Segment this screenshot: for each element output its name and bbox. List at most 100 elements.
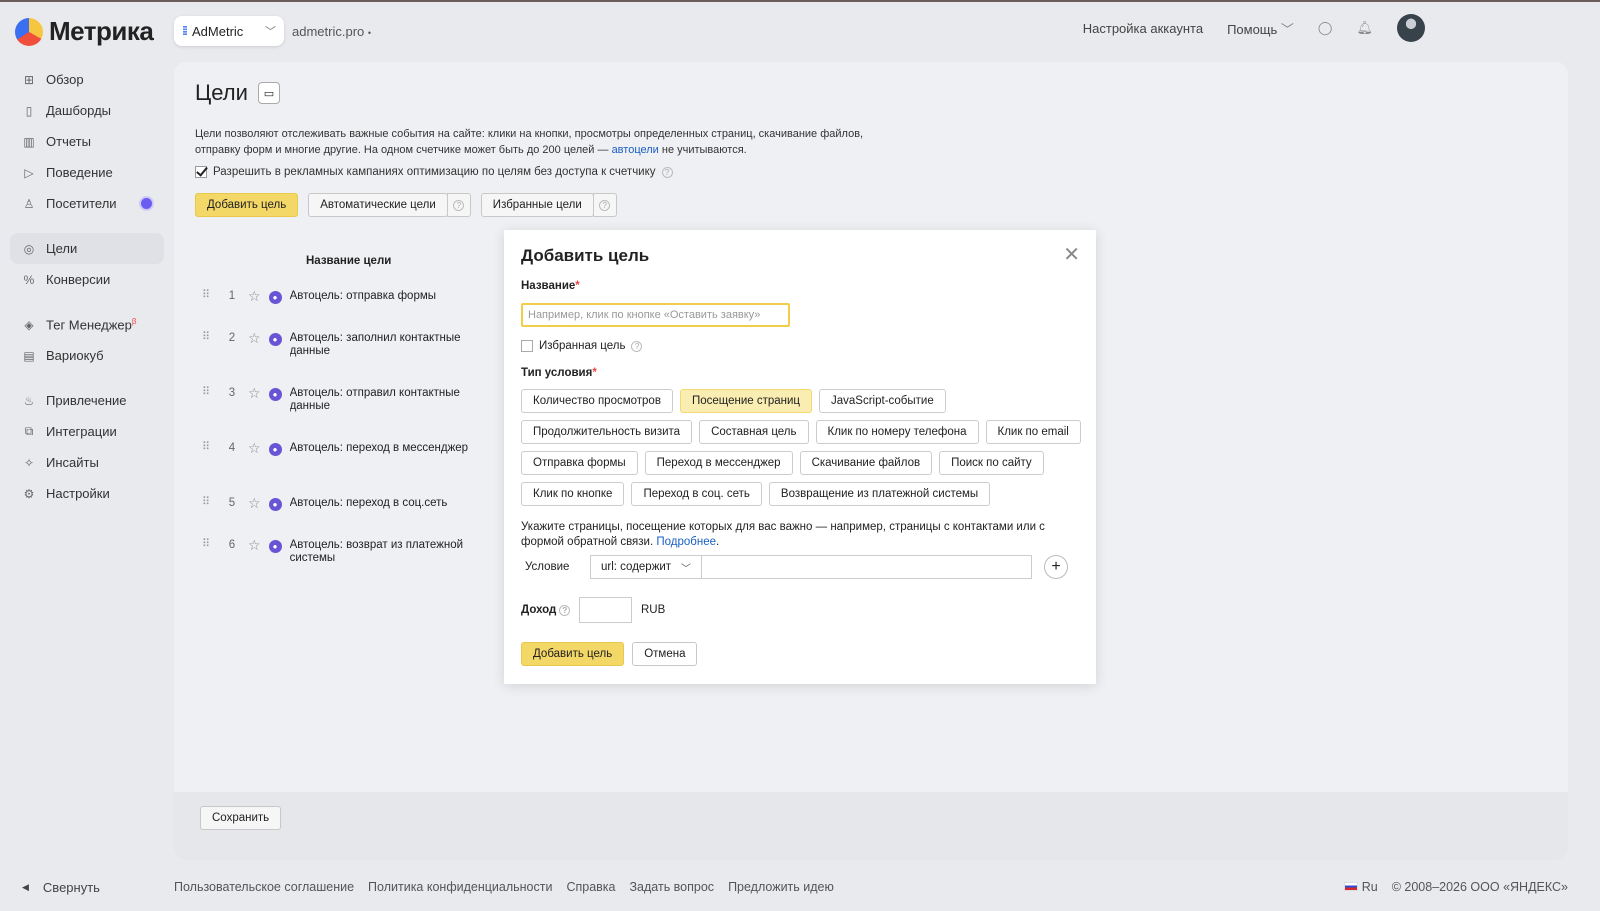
gear-icon: ⚙ [23,486,35,501]
goal-name-input[interactable] [521,303,790,327]
close-icon[interactable]: ✕ [1063,245,1080,265]
help-icon[interactable]: ? [446,193,471,217]
footer-link-help[interactable]: Справка [566,880,615,894]
sidebar-item-conversions[interactable]: % Конверсии [10,264,164,295]
chat-icon[interactable]: ◯ [1318,20,1333,36]
drag-handle-icon[interactable]: ⠿ [202,442,216,453]
type-composite[interactable]: Составная цель [699,420,809,444]
sidebar: ⊞ Обзор ▯ Дашборды ▥ Отчеты ▷ Поведение ♙ Пос… [10,64,164,509]
sidebar-item-visitors[interactable]: ♙ Посетители [10,188,164,219]
save-bar: Сохранить [174,792,1568,860]
avatar[interactable] [1397,14,1425,42]
help-icon[interactable]: ? [559,604,571,616]
type-file-download[interactable]: Скачивание файлов [799,451,933,475]
add-condition-button[interactable]: + [1044,555,1068,579]
type-js-event[interactable]: JavaScript-событие [819,389,946,413]
drag-handle-icon[interactable]: ⠿ [202,387,216,398]
sidebar-item-goals[interactable]: ◎ Цели [10,233,164,264]
condition-type-group: Количество просмотров Посещение страниц … [521,389,1081,506]
more-link[interactable]: Подробнее [656,536,716,548]
footer-link-ask[interactable]: Задать вопрос [630,880,715,894]
sidebar-item-reports[interactable]: ▥ Отчеты [10,126,164,157]
drag-handle-icon[interactable]: ⠿ [202,539,216,550]
autogoals-link[interactable]: автоцели [612,144,659,156]
type-phone-click[interactable]: Клик по номеру телефона [815,420,979,444]
sidebar-item-integrations[interactable]: ⧉ Интеграции [10,416,164,447]
type-page-visits[interactable]: Посещение страниц [679,389,813,413]
domain-link[interactable]: admetric.pro • [292,24,371,39]
allow-optimization-checkbox[interactable] [195,166,207,178]
type-visit-duration[interactable]: Продолжительность визита [521,420,693,444]
footer-link-idea[interactable]: Предложить идею [728,880,834,894]
sidebar-item-insights[interactable]: ✧ Инсайты [10,447,164,478]
auto-goals-button[interactable]: Автоматические цели [308,193,448,217]
submit-goal-button[interactable]: Добавить цель [521,642,625,666]
sidebar-item-dashboards[interactable]: ▯ Дашборды [10,95,164,126]
chevron-down-icon: ﹀ [1280,21,1294,37]
goal-type-icon: ● [268,443,282,456]
sidebar-item-behavior[interactable]: ▷ Поведение [10,157,164,188]
star-icon[interactable]: ☆ [248,386,261,400]
language-switch[interactable]: Ru [1343,880,1378,894]
type-email-click[interactable]: Клик по email [985,420,1081,444]
counter-selector[interactable]: ⁞⁞ AdMetric ﹀ [174,16,284,46]
sidebar-item-tag-manager[interactable]: ◈ Тег Менеджерβ [10,309,164,340]
favorite-goal-checkbox[interactable] [521,340,533,352]
type-form-submit[interactable]: Отправка формы [521,451,638,475]
account-settings-link[interactable]: Настройка аккаунта [1083,21,1203,36]
add-goal-dialog: Добавить цель ✕ Название* Избранная цель… [504,230,1096,684]
type-messenger[interactable]: Переход в мессенджер [644,451,793,475]
save-button[interactable]: Сохранить [200,806,282,830]
table-row: ⠿ 6 ☆ ● Автоцель: возврат из платежной систе… [202,537,464,564]
flag-icon [1343,882,1358,891]
star-icon[interactable]: ☆ [248,331,261,345]
type-social[interactable]: Переход в соц. сеть [631,482,762,506]
type-button-click[interactable]: Клик по кнопке [521,482,625,506]
favorite-goals-button[interactable]: Избранные цели [480,193,594,217]
column-header-goal-name[interactable]: Название цели [306,255,391,267]
help-icon[interactable]: ? [661,166,673,178]
condition-operator-select[interactable]: url: содержит ﹀ [590,555,702,579]
star-icon[interactable]: ☆ [248,441,261,455]
help-icon[interactable]: ? [631,340,643,352]
condition-label: Условие [525,561,570,573]
help-menu[interactable]: Помощь ﹀ [1227,19,1294,38]
sidebar-item-variocube[interactable]: ▤ Вариокуб [10,340,164,371]
sidebar-item-settings[interactable]: ⚙ Настройки [10,478,164,509]
condition-value-input[interactable] [702,555,1032,579]
collapse-sidebar-button[interactable]: ◀ Свернуть [22,880,100,895]
star-icon[interactable]: ☆ [248,289,261,303]
footer-link-privacy[interactable]: Политика конфиденциальности [368,880,552,894]
bell-icon[interactable]: 🔔︎ [1356,20,1373,36]
drag-handle-icon[interactable]: ⠿ [202,497,216,508]
goal-type-icon: ● [268,291,282,304]
chart-icon: ▥ [23,134,35,149]
sidebar-item-overview[interactable]: ⊞ Обзор [10,64,164,95]
drag-handle-icon[interactable]: ⠿ [202,332,216,343]
user-icon: ♙ [23,196,35,211]
goal-type-icon: ● [268,388,282,401]
allow-optimization-label: Разрешить в рекламных кампаниях оптимиза… [213,166,656,178]
logo[interactable]: Метрика [15,16,154,47]
favorite-goal-label: Избранная цель [539,340,626,352]
plus-icon: + [1051,558,1061,575]
footer-link-agreement[interactable]: Пользовательское соглашение [174,880,354,894]
condition-hint: Укажите страницы, посещение которых для … [521,521,1045,548]
cancel-button[interactable]: Отмена [632,642,698,666]
type-payment-return[interactable]: Возвращение из платежной системы [768,482,991,506]
drag-handle-icon[interactable]: ⠿ [202,290,216,301]
book-icon[interactable]: ▭ [257,82,280,104]
type-site-search[interactable]: Поиск по сайту [939,451,1044,475]
income-input[interactable] [579,597,632,623]
help-icon[interactable]: ? [592,193,617,217]
star-icon[interactable]: ☆ [248,538,261,552]
add-goal-button[interactable]: Добавить цель [195,193,299,217]
table-row: ⠿ 3 ☆ ● Автоцель: отправил контактные данные [202,385,460,412]
sidebar-item-acquisition[interactable]: ♨ Привлечение [10,385,164,416]
star-icon[interactable]: ☆ [248,496,261,510]
table-row: ⠿ 1 ☆ ● Автоцель: отправка формы [202,288,437,304]
grid-icon: ⊞ [23,72,35,87]
goal-type-icon: ● [268,498,282,511]
top-border [0,0,1600,2]
type-page-views[interactable]: Количество просмотров [521,389,673,413]
